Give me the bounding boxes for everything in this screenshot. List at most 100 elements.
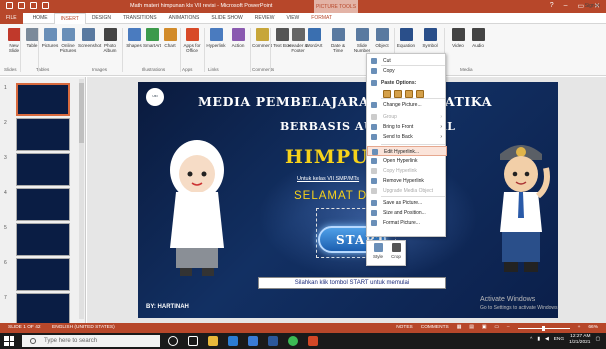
date-time-button[interactable]: Date & Time [328, 28, 348, 53]
online-pictures-button[interactable]: Online Pictures [58, 28, 78, 53]
taskbar-search-input[interactable]: Type here to search [22, 335, 160, 347]
thumbnails-scrollbar[interactable] [79, 79, 84, 319]
tab-format[interactable]: FORMAT [305, 13, 338, 24]
equation-button[interactable]: Equation [396, 28, 416, 48]
slide-thumbnail[interactable] [16, 293, 70, 326]
redo-icon[interactable] [30, 2, 37, 9]
instruction-box[interactable]: Silahkan klik tombol START untuk memulai [258, 277, 446, 289]
scrollbar-thumb[interactable] [79, 83, 84, 143]
slide-subtitle[interactable]: Untuk kelas VII SMP/MTs [297, 176, 359, 182]
object-button[interactable]: Object [372, 28, 392, 48]
tab-file[interactable]: FILE [0, 12, 23, 24]
slide-thumbnail[interactable] [16, 223, 70, 256]
language-indicator[interactable]: ENGLISH (UNITED STATES) [52, 323, 115, 333]
normal-view-icon[interactable]: ▦ [457, 323, 462, 333]
slideshow-start-icon[interactable] [42, 2, 49, 9]
volume-icon[interactable]: ◀ [545, 337, 549, 343]
photo-album-button[interactable]: Photo Album [100, 28, 120, 53]
slideshow-view-icon[interactable]: ▭ [494, 323, 499, 333]
smartart-button[interactable]: SmartArt [142, 28, 162, 48]
network-icon[interactable]: ▮ [537, 337, 540, 343]
symbol-button[interactable]: Symbol [420, 28, 440, 48]
file-explorer-icon[interactable] [208, 336, 218, 346]
comment-button[interactable]: Comment [252, 28, 272, 48]
store-icon[interactable] [248, 336, 258, 346]
menu-item-send-to-back[interactable]: Send to Back › [367, 132, 447, 142]
tab-design[interactable]: DESIGN [86, 13, 117, 24]
zoom-out-button[interactable]: – [507, 323, 510, 333]
notes-button[interactable]: NOTES [396, 323, 413, 333]
sign-in-link[interactable]: Sign in [585, 3, 600, 9]
word-icon[interactable] [268, 336, 278, 346]
new-slide-button[interactable]: New Slide [4, 28, 24, 53]
slide-thumbnail[interactable] [16, 83, 70, 116]
tab-slide-show[interactable]: SLIDE SHOW [205, 13, 248, 24]
tab-view[interactable]: VIEW [281, 13, 306, 24]
restore-button[interactable]: ▭ [578, 2, 585, 10]
zoom-slider[interactable] [517, 325, 570, 331]
menu-item-copy[interactable]: Copy [367, 66, 447, 76]
slide-canvas[interactable]: UIN MEDIA PEMBELAJARAN MATEMATIKA BERBAS… [138, 82, 558, 318]
menu-item-upgrade-media-object[interactable]: Upgrade Media Object [367, 186, 447, 196]
slide-thumbnail[interactable] [16, 188, 70, 221]
wordart-button[interactable]: WordArt [304, 28, 324, 48]
paste-option-icon[interactable] [394, 90, 402, 98]
audio-button[interactable]: Audio [468, 28, 488, 48]
menu-item-open-hyperlink[interactable]: Open Hyperlink [367, 156, 447, 166]
slide-thumbnail[interactable] [16, 258, 70, 291]
input-language[interactable]: ENG [554, 337, 564, 343]
zoom-level[interactable]: 66% [588, 323, 598, 333]
edge-icon[interactable] [228, 336, 238, 346]
paste-option-icon[interactable] [405, 90, 413, 98]
chrome-icon[interactable] [288, 336, 298, 346]
slide-number-button[interactable]: Slide Number [352, 28, 372, 53]
reading-view-icon[interactable]: ▣ [482, 323, 487, 333]
paste-option-icon[interactable] [416, 90, 424, 98]
author-credit[interactable]: BY: HARTINAH [146, 304, 189, 310]
zoom-in-button[interactable]: + [578, 323, 581, 333]
menu-item-save-as-picture[interactable]: Save as Picture... [367, 198, 447, 208]
zoom-slider-thumb[interactable] [541, 325, 545, 331]
screenshot-button[interactable]: Screenshot [78, 28, 101, 48]
windows-start-icon[interactable] [4, 336, 14, 346]
notifications-icon[interactable]: ▢ [595, 337, 600, 343]
tab-transitions[interactable]: TRANSITIONS [117, 13, 163, 24]
menu-item-change-picture[interactable]: Change Picture... [367, 100, 447, 110]
video-button[interactable]: Video [448, 28, 468, 48]
menu-item-copy-hyperlink[interactable]: Copy Hyperlink [367, 166, 447, 176]
tab-animations[interactable]: ANIMATIONS [163, 13, 206, 24]
pictures-button[interactable]: Pictures [40, 28, 60, 48]
menu-item-group[interactable]: Group › [367, 112, 447, 122]
menu-item-remove-hyperlink[interactable]: Remove Hyperlink [367, 176, 447, 186]
style-button[interactable]: Style [370, 243, 386, 259]
tab-home[interactable]: HOME [27, 13, 54, 24]
slide-title-1[interactable]: MEDIA PEMBELAJARAN MATEMATIKA [198, 94, 492, 109]
menu-item-size-and-position[interactable]: Size and Position... [367, 208, 447, 218]
menu-item-bring-to-front[interactable]: Bring to Front › [367, 122, 447, 132]
shapes-button[interactable]: Shapes [124, 28, 144, 48]
slide-thumbnail[interactable] [16, 153, 70, 186]
cortana-icon[interactable] [168, 336, 178, 346]
menu-item-format-picture[interactable]: Format Picture... [367, 218, 447, 228]
clock[interactable]: 12:27 AM 1/21/2021 [569, 334, 590, 346]
slide-sorter-icon[interactable]: ▤ [469, 323, 474, 333]
chart-button[interactable]: Chart [160, 28, 180, 48]
action-button[interactable]: Action [228, 28, 248, 48]
menu-item-paste-options[interactable]: Paste Options: [367, 78, 447, 88]
comments-button[interactable]: COMMENTS [421, 323, 449, 333]
save-icon[interactable] [6, 2, 13, 9]
tab-review[interactable]: REVIEW [249, 13, 281, 24]
task-view-icon[interactable] [188, 336, 198, 346]
table-button[interactable]: Table [22, 28, 42, 48]
slide-thumbnail[interactable] [16, 118, 70, 151]
help-button[interactable]: ? [550, 2, 554, 10]
undo-icon[interactable] [18, 2, 25, 9]
tab-insert[interactable]: INSERT [53, 12, 86, 24]
apps-for-office-button[interactable]: Apps for Office [182, 28, 202, 53]
minimize-button[interactable]: – [564, 2, 568, 10]
crop-button[interactable]: Crop [388, 243, 404, 259]
tray-arrow-icon[interactable]: ^ [530, 337, 532, 343]
paste-option-icon[interactable] [383, 90, 391, 98]
hyperlink-button[interactable]: Hyperlink [206, 28, 226, 48]
menu-item-edit-hyperlink[interactable]: Edit Hyperlink... [367, 146, 447, 156]
